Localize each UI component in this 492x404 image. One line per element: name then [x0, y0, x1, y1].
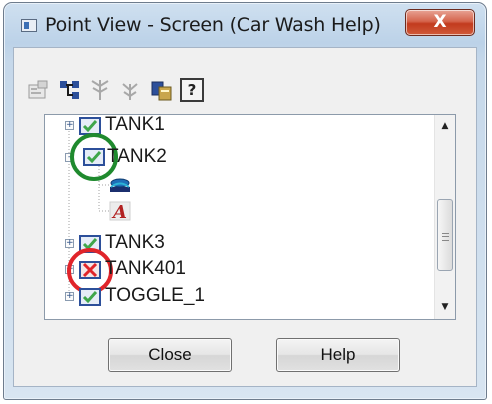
tree-node-toggle-1[interactable]: TOGGLE_1: [105, 285, 205, 307]
app-icon: [21, 19, 37, 32]
window-close-button[interactable]: X: [405, 9, 475, 36]
vertical-scrollbar[interactable]: ▲ ▼: [434, 115, 455, 319]
help-icon[interactable]: ?: [180, 78, 204, 102]
scroll-thumb[interactable]: [437, 199, 453, 271]
scroll-up-arrow-icon[interactable]: ▲: [435, 117, 455, 136]
tree-collapse-icon[interactable]: [118, 78, 142, 102]
properties-icon[interactable]: [26, 78, 50, 102]
title-bar[interactable]: Point View - Screen (Car Wash Help) X: [4, 3, 486, 47]
point-tree-view[interactable]: + TANK1 - TANK2 A + TANK3 + TANK401 + TO…: [44, 114, 456, 320]
copy-icon[interactable]: [150, 78, 174, 102]
tree-node-tank401[interactable]: TANK401: [105, 258, 186, 280]
dialog-window: Point View - Screen (Car Wash Help) X ?: [3, 2, 487, 400]
close-button[interactable]: Close: [108, 338, 232, 372]
checked-icon[interactable]: [83, 148, 105, 166]
database-point-icon[interactable]: [109, 175, 131, 193]
dialog-client-area: ? + TANK1 - TANK2 A + TANK3 + TANK401 + …: [13, 47, 477, 387]
tree-expand-toggle[interactable]: +: [65, 121, 74, 130]
tree-structure-icon[interactable]: [58, 78, 82, 102]
checked-icon[interactable]: [79, 288, 101, 306]
tree-expand-icon[interactable]: [88, 78, 112, 102]
grip-icon: [442, 233, 449, 241]
scroll-down-arrow-icon[interactable]: ▼: [435, 298, 455, 317]
tree-node-tank2[interactable]: TANK2: [107, 146, 167, 168]
window-title: Point View - Screen (Car Wash Help): [45, 14, 381, 36]
text-object-icon[interactable]: A: [109, 201, 131, 221]
help-button[interactable]: Help: [276, 338, 400, 372]
svg-text:A: A: [111, 202, 127, 221]
tree-expand-toggle[interactable]: +: [65, 292, 74, 301]
